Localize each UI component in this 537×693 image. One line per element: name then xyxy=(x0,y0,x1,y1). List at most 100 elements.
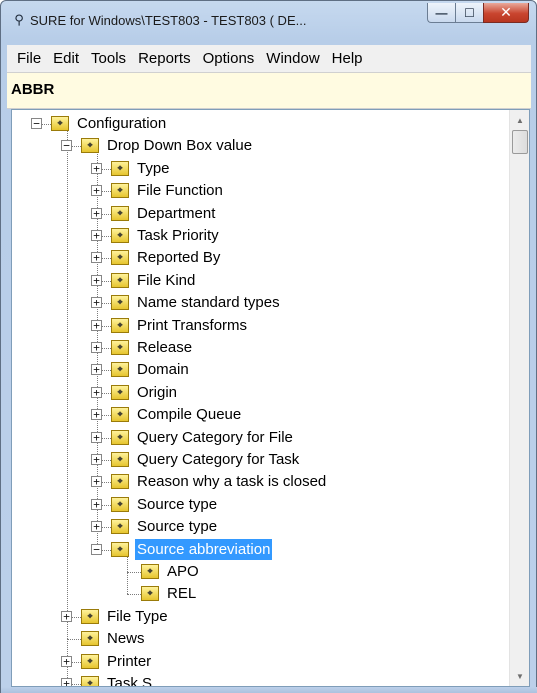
tree-node-label[interactable]: Configuration xyxy=(75,113,168,134)
menu-window[interactable]: Window xyxy=(260,45,325,73)
key-folder-icon[interactable]: ⌖ xyxy=(111,496,129,512)
key-folder-icon[interactable]: ⌖ xyxy=(81,653,99,669)
expand-plus-icon[interactable]: + xyxy=(61,655,72,667)
tree-node-label[interactable]: Printer xyxy=(105,651,153,672)
key-folder-icon[interactable]: ⌖ xyxy=(111,317,129,333)
tree-node-label[interactable]: Source type xyxy=(135,494,219,515)
key-folder-icon[interactable]: ⌖ xyxy=(111,541,129,557)
key-folder-icon[interactable]: ⌖ xyxy=(81,676,99,686)
tree-node-label[interactable]: Task Priority xyxy=(135,225,221,246)
menu-file[interactable]: File xyxy=(11,45,47,73)
expand-plus-icon[interactable]: + xyxy=(91,274,102,286)
tree-node-label[interactable]: Reported By xyxy=(135,247,222,268)
tree-node-label[interactable]: Compile Queue xyxy=(135,404,243,425)
window-bottom-border xyxy=(1,687,537,693)
tree-node-label[interactable]: Query Category for File xyxy=(135,427,295,448)
path-bar: ABBR xyxy=(7,73,531,109)
tree-node-label[interactable]: File Type xyxy=(105,606,170,627)
binoculars-icon[interactable]: ⚲ xyxy=(10,12,28,28)
tree-view[interactable]: − ⌖ Configuration − ⌖ Drop Down Box value + ⌖ Ty… xyxy=(11,109,530,687)
tree-node-label[interactable]: Source type xyxy=(135,516,219,537)
tree-node-label[interactable]: Source abbreviation xyxy=(135,538,273,560)
key-folder-icon[interactable]: ⌖ xyxy=(111,429,129,445)
tree-node-label[interactable]: Drop Down Box value xyxy=(105,135,254,156)
scroll-down-icon[interactable]: ▼ xyxy=(510,666,529,686)
key-folder-icon[interactable]: ⌖ xyxy=(141,564,159,579)
key-folder-icon[interactable]: ⌖ xyxy=(111,295,129,311)
minimize-icon: — xyxy=(435,5,448,20)
expand-plus-icon[interactable]: + xyxy=(61,610,72,622)
expand-plus-icon[interactable]: + xyxy=(91,409,102,421)
menu-options[interactable]: Options xyxy=(197,45,261,73)
key-folder-icon[interactable]: ⌖ xyxy=(141,586,159,602)
key-folder-icon[interactable]: ⌖ xyxy=(81,608,99,624)
tree-node-label[interactable]: Release xyxy=(135,337,194,358)
expand-plus-icon[interactable]: + xyxy=(91,521,102,533)
expand-plus-icon[interactable]: + xyxy=(91,498,102,510)
key-folder-icon[interactable]: ⌖ xyxy=(111,474,129,490)
expand-plus-icon[interactable]: + xyxy=(91,364,102,376)
menu-help[interactable]: Help xyxy=(326,45,369,73)
tree-canvas: − ⌖ Configuration − ⌖ Drop Down Box value + ⌖ Ty… xyxy=(12,110,509,686)
expand-plus-icon[interactable]: + xyxy=(91,342,102,353)
expand-plus-icon[interactable]: + xyxy=(91,252,102,264)
key-folder-icon[interactable]: ⌖ xyxy=(111,160,129,176)
key-folder-icon[interactable]: ⌖ xyxy=(111,340,129,355)
tree-node-label[interactable]: File Kind xyxy=(135,270,197,291)
key-folder-icon[interactable]: ⌖ xyxy=(51,116,69,131)
scroll-thumb[interactable] xyxy=(512,130,528,154)
tree-node-label[interactable]: REL xyxy=(165,583,198,604)
expand-plus-icon[interactable]: + xyxy=(91,476,102,488)
collapse-minus-icon[interactable]: − xyxy=(61,140,72,152)
collapse-minus-icon[interactable]: − xyxy=(91,543,102,555)
close-button[interactable]: ✕ xyxy=(483,3,529,23)
tree-node-label[interactable]: File Function xyxy=(135,180,225,201)
menu-edit[interactable]: Edit xyxy=(47,45,85,73)
key-folder-icon[interactable]: ⌖ xyxy=(111,407,129,423)
tree-node-label[interactable]: Type xyxy=(135,158,172,179)
minimize-button[interactable]: — xyxy=(427,3,455,23)
key-folder-icon[interactable]: ⌖ xyxy=(111,183,129,199)
tree-connector xyxy=(127,572,128,595)
tree-node-label[interactable]: APO xyxy=(165,561,201,582)
key-folder-icon[interactable]: ⌖ xyxy=(111,272,129,288)
expand-plus-icon[interactable]: + xyxy=(61,678,72,686)
key-folder-icon[interactable]: ⌖ xyxy=(111,519,129,535)
tree-node-label[interactable]: Print Transforms xyxy=(135,315,249,336)
tree-node-label[interactable]: News xyxy=(105,628,147,649)
scroll-up-icon[interactable]: ▲ xyxy=(510,110,529,130)
menu-tools[interactable]: Tools xyxy=(85,45,132,73)
vertical-scrollbar[interactable]: ▲ ▼ xyxy=(509,110,529,686)
collapse-minus-icon[interactable]: − xyxy=(31,118,42,129)
tree-node-label[interactable]: Reason why a task is closed xyxy=(135,471,328,492)
expand-plus-icon[interactable]: + xyxy=(91,207,102,219)
expand-plus-icon[interactable]: + xyxy=(91,297,102,309)
window-title: SURE for Windows\TEST803 - TEST803 ( DE.… xyxy=(30,13,307,28)
key-folder-icon[interactable]: ⌖ xyxy=(111,362,129,378)
expand-plus-icon[interactable]: + xyxy=(91,431,102,443)
tree-node-label[interactable]: Task S... xyxy=(105,673,167,686)
tree-node-label[interactable]: Origin xyxy=(135,382,179,403)
tree-node-label[interactable]: Name standard types xyxy=(135,292,282,313)
expand-plus-icon[interactable]: + xyxy=(91,319,102,331)
key-folder-icon[interactable]: ⌖ xyxy=(111,452,129,467)
tree-node-label[interactable]: Domain xyxy=(135,359,191,380)
expand-plus-icon[interactable]: + xyxy=(91,454,102,465)
key-folder-icon[interactable]: ⌖ xyxy=(81,138,99,154)
key-folder-icon[interactable]: ⌖ xyxy=(111,205,129,221)
key-folder-icon[interactable]: ⌖ xyxy=(81,631,99,647)
menu-reports[interactable]: Reports xyxy=(132,45,197,73)
key-folder-icon[interactable]: ⌖ xyxy=(111,384,129,400)
expand-plus-icon[interactable]: + xyxy=(91,230,102,241)
title-bar[interactable]: ⚲ SURE for Windows\TEST803 - TEST803 ( D… xyxy=(1,1,536,45)
expand-plus-icon[interactable]: + xyxy=(91,162,102,174)
expand-plus-icon[interactable]: + xyxy=(91,185,102,197)
close-icon: ✕ xyxy=(500,4,512,20)
tree-connector xyxy=(67,146,68,617)
key-folder-icon[interactable]: ⌖ xyxy=(111,228,129,243)
maximize-button[interactable]: ☐ xyxy=(455,3,483,23)
tree-node-label[interactable]: Department xyxy=(135,203,217,224)
tree-node-label[interactable]: Query Category for Task xyxy=(135,449,301,470)
expand-plus-icon[interactable]: + xyxy=(91,386,102,398)
key-folder-icon[interactable]: ⌖ xyxy=(111,250,129,266)
